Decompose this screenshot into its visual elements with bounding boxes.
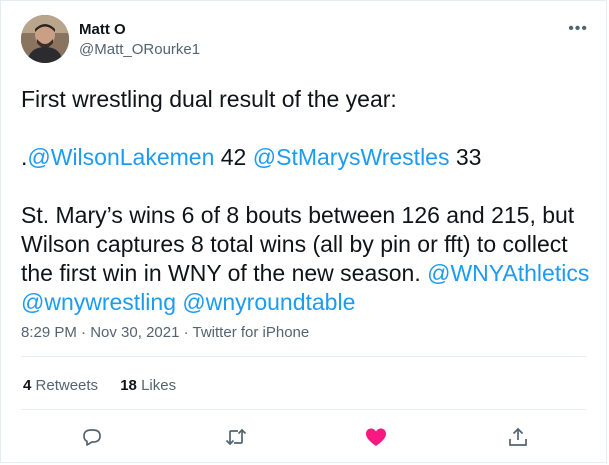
tweet-time[interactable]: 8:29 PM bbox=[21, 324, 77, 341]
tweet-text: First wrestling dual result of the year:… bbox=[21, 85, 591, 317]
avatar[interactable] bbox=[21, 15, 69, 63]
tweet-score-line: .@WilsonLakemen 42 @StMarysWrestles 33 bbox=[21, 143, 591, 172]
team1-score: 42 bbox=[214, 144, 253, 170]
divider bbox=[21, 356, 586, 357]
mention-wilsonlakemen[interactable]: @WilsonLakemen bbox=[27, 144, 214, 170]
divider bbox=[21, 409, 586, 410]
team2-score: 33 bbox=[449, 144, 482, 170]
tweet-card: Matt O @Matt_ORourke1 ••• First wrestlin… bbox=[0, 0, 607, 463]
tweet-stats: 4 Retweets 18 Likes bbox=[23, 377, 194, 395]
likes-count: 18 bbox=[120, 377, 137, 394]
avatar-image bbox=[21, 15, 69, 63]
mention-wnywrestling[interactable]: @wnywrestling bbox=[21, 289, 176, 315]
heart-icon[interactable] bbox=[364, 425, 388, 449]
share-icon[interactable] bbox=[506, 425, 530, 449]
more-options-icon[interactable]: ••• bbox=[568, 21, 588, 37]
tweet-date[interactable]: Nov 30, 2021 bbox=[90, 324, 179, 341]
tweet-source[interactable]: Twitter for iPhone bbox=[193, 324, 310, 341]
author-name[interactable]: Matt O bbox=[79, 21, 126, 39]
retweets-count: 4 bbox=[23, 377, 32, 394]
tweet-meta: 8:29 PM · Nov 30, 2021 · Twitter for iPh… bbox=[21, 324, 310, 341]
retweets-stat[interactable]: 4 Retweets bbox=[23, 377, 98, 394]
retweets-label: Retweets bbox=[35, 377, 99, 394]
likes-stat[interactable]: 18 Likes bbox=[120, 377, 176, 394]
reply-icon[interactable] bbox=[80, 425, 104, 449]
likes-label: Likes bbox=[141, 377, 177, 394]
mention-wnyroundtable[interactable]: @wnyroundtable bbox=[182, 289, 355, 315]
mention-wnyathletics[interactable]: @WNYAthletics bbox=[427, 260, 589, 286]
mention-stmaryswrestles[interactable]: @StMarysWrestles bbox=[253, 144, 450, 170]
tweet-line-1: First wrestling dual result of the year: bbox=[21, 86, 397, 112]
retweet-icon[interactable] bbox=[224, 425, 248, 449]
author-handle[interactable]: @Matt_ORourke1 bbox=[79, 41, 200, 59]
tweet-paragraph-3: St. Mary’s wins 6 of 8 bouts between 126… bbox=[21, 201, 591, 317]
